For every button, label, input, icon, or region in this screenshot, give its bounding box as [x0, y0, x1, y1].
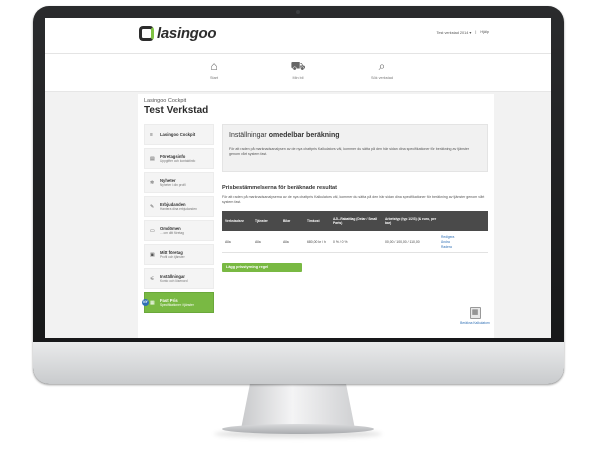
- sidebar-item-sub: Uppgifter och kontaktinfo: [160, 159, 196, 163]
- sidebar-item-text: Omdömen... om ditt företag: [160, 226, 184, 235]
- monitor-stand-foot: [222, 424, 374, 434]
- monitor-chin: [33, 342, 564, 384]
- column-header: Timkost: [307, 219, 320, 223]
- sidebar-item-sub: Profil och tjänster: [160, 255, 185, 259]
- sidebar-item-sub: Konto och lösenord: [160, 279, 188, 283]
- breadcrumb[interactable]: Lasingoo Cockpit: [144, 98, 186, 104]
- sidebar-item-7[interactable]: NY ▦ Fast Pris Specifikationer i tjänster: [142, 292, 214, 313]
- tag-icon: ✎: [150, 203, 155, 210]
- camera-dot: [296, 10, 300, 14]
- building-icon: ▤: [150, 155, 155, 162]
- row-action-link[interactable]: Redigera: [441, 235, 468, 239]
- column-header: Bilar: [283, 219, 291, 223]
- user-bar-separator: |: [475, 30, 477, 34]
- sidebar-item-3[interactable]: ✎ Erbjudanden Hantera dina erbjudanden: [144, 196, 214, 217]
- info-text: För att raden på marknadsanalysen av de …: [229, 147, 470, 156]
- table-cell: 00,00 / 100,00 / 110,00: [385, 239, 420, 244]
- table-cell: 680,00 kr / h: [307, 239, 326, 244]
- table-body: Alla Alla Alla 680,00 kr / h 0 % / 0 % 00,00 …: [222, 231, 488, 253]
- sidebar-item-text: Erbjudanden Hantera dina erbjudanden: [160, 202, 197, 211]
- settings-icon: ⚟: [150, 275, 155, 282]
- logo[interactable]: lasingoo: [139, 25, 217, 42]
- price-rules-table: Verkstadsnr Tjänster Bilar Timkost AJL-Rabat…: [222, 211, 488, 253]
- calculator-label: Beräkna Kalkulatorn: [460, 321, 490, 325]
- table-cell: 0 % / 0 %: [333, 239, 348, 244]
- info-box: Inställningar omedelbar beräkning För at…: [222, 124, 488, 172]
- table-header: Verkstadsnr Tjänster Bilar Timkost AJL-Rabat…: [222, 211, 488, 231]
- company-icon: ▣: [150, 251, 155, 258]
- sidebar-item-sub: Hantera dina erbjudanden: [160, 207, 197, 211]
- column-header: Tjänster: [255, 219, 268, 223]
- table-row: Alla Alla Alla 680,00 kr / h 0 % / 0 % 00,00 …: [222, 231, 488, 253]
- sidebar-item-text: Fast Pris Specifikationer i tjänster: [160, 298, 194, 307]
- car-icon: ⛟: [290, 59, 306, 73]
- wrench-icon: ▭: [150, 227, 155, 234]
- search-icon: ⌕: [378, 59, 386, 73]
- column-header: Arbetstyp (typ 1/2/3) (& euro, per bar): [385, 217, 437, 225]
- section-title: Prisbestämmelserna för beräknade resulta…: [222, 185, 338, 191]
- nav-item-0[interactable]: ⌂ Start: [194, 58, 234, 91]
- top-bar: lasingoo Test verkstad 2014 ▾ | Hjälp: [45, 18, 551, 54]
- menu-icon: ≡: [150, 131, 153, 138]
- nav-item-label: Start: [209, 76, 219, 80]
- user-bar: Test verkstad 2014 ▾ | Hjälp: [437, 30, 490, 35]
- sidebar-item-5[interactable]: ▣ Mitt företag Profil och tjänster: [144, 244, 214, 265]
- sidebar-item-0[interactable]: ≡ Lasingoo Cockpit: [144, 124, 214, 145]
- calculator-link[interactable]: ▦ Beräkna Kalkulatorn: [458, 307, 492, 325]
- sidebar-item-sub: ... om ditt företag: [160, 231, 184, 235]
- row-action-link[interactable]: Radera: [441, 245, 468, 249]
- sidebar-item-sub: Specifikationer i tjänster: [160, 303, 194, 307]
- sidebar-item-text: Företagsinfo Uppgifter och kontaktinfo: [160, 154, 195, 163]
- user-menu[interactable]: Test verkstad 2014 ▾: [437, 30, 472, 35]
- info-title: Inställningar omedelbar beräkning: [229, 132, 340, 139]
- screen: lasingoo Test verkstad 2014 ▾ | Hjälp ⌂ S…: [45, 18, 551, 338]
- sidebar-item-label: Lasingoo Cockpit: [160, 132, 196, 137]
- table-cell: Alla: [283, 239, 289, 244]
- monitor-stand-neck: [241, 383, 355, 429]
- sidebar: ≡ Lasingoo Cockpit ▤ Företagsinfo Uppgifter …: [142, 124, 214, 316]
- sidebar-item-1[interactable]: ▤ Företagsinfo Uppgifter och kontaktinfo: [144, 148, 214, 169]
- table-cell: Alla: [255, 239, 261, 244]
- nav-item-label: Min bil: [292, 76, 304, 80]
- main-nav: ⌂ Start ⛟ Min bil ⌕ Sök verkstad: [45, 54, 551, 92]
- home-icon: ⌂: [210, 59, 218, 73]
- main-area: Inställningar omedelbar beräkning För at…: [222, 124, 488, 272]
- price-icon: ▦: [150, 299, 155, 306]
- sidebar-item-text: Mitt företag Profil och tjänster: [160, 250, 185, 259]
- sidebar-item-text: Lasingoo Cockpit: [160, 132, 195, 137]
- logo-text: lasingoo: [157, 25, 217, 42]
- row-action-link[interactable]: Ändra: [441, 240, 468, 244]
- calculator-icon: ▦: [469, 307, 481, 319]
- nav-item-label: Sök verkstad: [371, 76, 393, 80]
- nav-item-2[interactable]: ⌕ Sök verkstad: [362, 58, 402, 91]
- column-header: Verkstadsnr: [225, 219, 244, 223]
- add-rule-button[interactable]: Lägg prisstyrning regel: [222, 263, 302, 272]
- content-panel: Lasingoo Cockpit Test Verkstad ≡ Lasingoo…: [138, 94, 494, 338]
- table-cell: Alla: [225, 239, 231, 244]
- sidebar-item-text: Nyheter Nyheter i din profil: [160, 178, 186, 187]
- monitor-mockup: lasingoo Test verkstad 2014 ▾ | Hjälp ⌂ S…: [0, 0, 596, 459]
- sidebar-item-4[interactable]: ▭ Omdömen... om ditt företag: [144, 220, 214, 241]
- sidebar-item-text: Inställningar Konto och lösenord: [160, 274, 187, 283]
- row-actions: Redigera Ändra Radera: [438, 235, 468, 249]
- page-title: Test Verkstad: [144, 105, 209, 116]
- logo-icon: [139, 26, 154, 41]
- gear-icon: ✲: [150, 179, 155, 186]
- section-text: För att raden på marknadsanalyserna av d…: [222, 195, 485, 204]
- new-badge: NY: [142, 299, 149, 306]
- help-link[interactable]: Hjälp: [480, 30, 489, 35]
- sidebar-item-2[interactable]: ✲ Nyheter Nyheter i din profil: [144, 172, 214, 193]
- nav-item-1[interactable]: ⛟ Min bil: [278, 58, 318, 91]
- column-header: AJL-Rabattlag (Delar / Small Parts): [333, 217, 378, 225]
- sidebar-item-sub: Nyheter i din profil: [160, 183, 186, 187]
- sidebar-item-6[interactable]: ⚟ Inställningar Konto och lösenord: [144, 268, 214, 289]
